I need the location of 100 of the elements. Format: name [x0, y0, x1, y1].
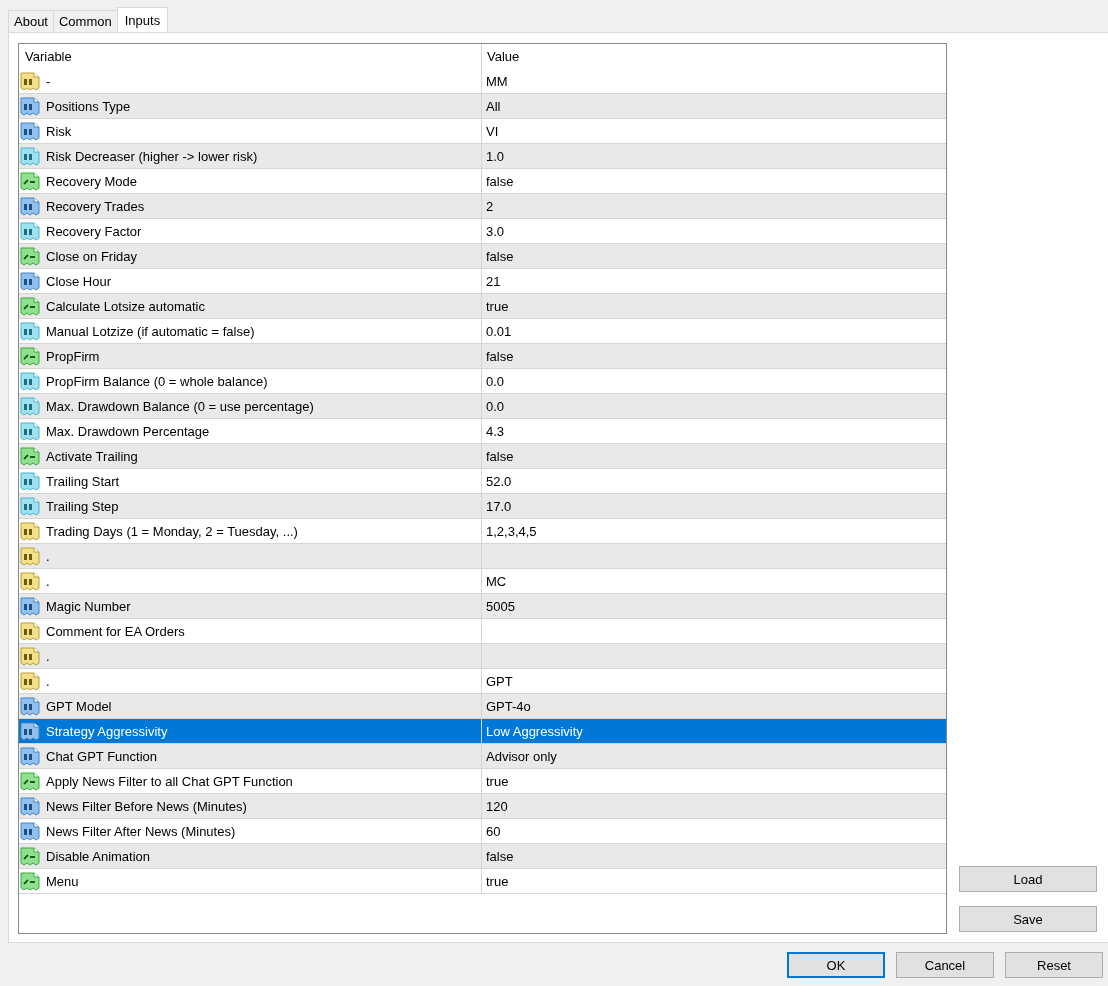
side-button[interactable]: Load	[959, 866, 1097, 892]
variable-value: 1.0	[486, 148, 505, 164]
side-button[interactable]: Save	[959, 906, 1097, 932]
table-row[interactable]: Close on Friday false	[19, 244, 946, 269]
variable-name: Manual Lotzize (if automatic = false)	[46, 323, 255, 339]
variable-name: Activate Trailing	[46, 448, 138, 464]
variable-value: 1,2,3,4,5	[486, 523, 537, 539]
variable-name: Max. Drawdown Percentage	[46, 423, 210, 439]
table-row[interactable]: - MM	[19, 69, 946, 94]
variable-value: 60	[486, 823, 501, 839]
table-row[interactable]: . GPT	[19, 669, 946, 694]
variable-name: .	[46, 648, 50, 664]
table-row[interactable]: Magic Number 5005	[19, 594, 946, 619]
variable-name: Risk Decreaser (higher -> lower risk)	[46, 148, 258, 164]
variable-value: 17.0	[486, 498, 512, 514]
variable-name: Apply News Filter to all Chat GPT Function	[46, 773, 293, 789]
table-row[interactable]: Close Hour 21	[19, 269, 946, 294]
variable-value: false	[486, 248, 514, 264]
table-row[interactable]: Chat GPT Function Advisor only	[19, 744, 946, 769]
variable-value: GPT-4o	[486, 698, 531, 714]
variable-name: Max. Drawdown Balance (0 = use percentage)	[46, 398, 314, 414]
table-row[interactable]: Recovery Factor 3.0	[19, 219, 946, 244]
variable-value: MC	[486, 573, 507, 589]
dialog-button[interactable]: OK	[787, 952, 885, 978]
table-row[interactable]: Activate Trailing false	[19, 444, 946, 469]
table-row[interactable]: Comment for EA Orders	[19, 619, 946, 644]
variable-value: 3.0	[486, 223, 505, 239]
variable-value: 120	[486, 798, 508, 814]
variable-name: PropFirm	[46, 348, 100, 364]
variable-name: PropFirm Balance (0 = whole balance)	[46, 373, 268, 389]
variable-value: false	[486, 348, 514, 364]
variable-value: 21	[486, 273, 501, 289]
variable-value: Advisor only	[486, 748, 557, 764]
table-row[interactable]: Recovery Mode false	[19, 169, 946, 194]
variable-value: true	[486, 873, 509, 889]
variable-name: Recovery Factor	[46, 223, 142, 239]
variable-name: News Filter Before News (Minutes)	[46, 798, 247, 814]
variable-name: .	[46, 548, 50, 564]
variable-name: Risk	[46, 123, 72, 139]
table-row[interactable]: .	[19, 644, 946, 669]
variable-name: Trailing Step	[46, 498, 119, 514]
variable-name: Trading Days (1 = Monday, 2 = Tuesday, ...)	[46, 523, 298, 539]
table-row[interactable]: Manual Lotzize (if automatic = false) 0.01	[19, 319, 946, 344]
variable-value: Low Aggressivity	[486, 723, 583, 739]
table-row[interactable]: News Filter Before News (Minutes) 120	[19, 794, 946, 819]
table-row[interactable]: Disable Animation false	[19, 844, 946, 869]
table-row[interactable]: Max. Drawdown Balance (0 = use percentage) 0.0	[19, 394, 946, 419]
variable-name: Recovery Trades	[46, 198, 145, 214]
variable-value: false	[486, 448, 514, 464]
variable-name: Menu	[46, 873, 79, 889]
table-row[interactable]: Trading Days (1 = Monday, 2 = Tuesday, ...) 1,2,3,4,5	[19, 519, 946, 544]
variable-name: Positions Type	[46, 98, 131, 114]
variable-name: Trailing Start	[46, 473, 120, 489]
variable-name: News Filter After News (Minutes)	[46, 823, 236, 839]
variable-value: VI	[486, 123, 499, 139]
variable-value: false	[486, 848, 514, 864]
table-row[interactable]: Risk Decreaser (higher -> lower risk) 1.0	[19, 144, 946, 169]
variable-value: 0.01	[486, 323, 512, 339]
table-row[interactable]: Recovery Trades 2	[19, 194, 946, 219]
table-row[interactable]: Menu true	[19, 869, 946, 894]
tab[interactable]: About	[8, 10, 54, 32]
variable-value: 5005	[486, 598, 515, 614]
table-row[interactable]: GPT Model GPT-4o	[19, 694, 946, 719]
table-row[interactable]: Calculate Lotsize automatic true	[19, 294, 946, 319]
table-row[interactable]: PropFirm false	[19, 344, 946, 369]
variable-name: .	[46, 573, 50, 589]
table-row[interactable]: .	[19, 544, 946, 569]
variable-value: 2	[486, 198, 494, 214]
table-row[interactable]: Trailing Start 52.0	[19, 469, 946, 494]
table-row[interactable]: Max. Drawdown Percentage 4.3	[19, 419, 946, 444]
table-row[interactable]: Apply News Filter to all Chat GPT Function true	[19, 769, 946, 794]
table-row[interactable]: Risk VI	[19, 119, 946, 144]
variable-name: Disable Animation	[46, 848, 151, 864]
variable-name: Chat GPT Function	[46, 748, 158, 764]
table-row[interactable]: News Filter After News (Minutes) 60	[19, 819, 946, 844]
variable-value: false	[486, 173, 514, 189]
variable-name: Strategy Aggressivity	[46, 723, 168, 739]
table-row[interactable]: Strategy Aggressivity Low Aggressivity	[19, 719, 946, 744]
table-row[interactable]: Positions Type All	[19, 94, 946, 119]
dialog-button[interactable]: Reset	[1005, 952, 1103, 978]
table-row[interactable]: PropFirm Balance (0 = whole balance) 0.0	[19, 369, 946, 394]
variable-value: true	[486, 773, 509, 789]
variable-name: Close on Friday	[46, 248, 138, 264]
table-row[interactable]: Trailing Step 17.0	[19, 494, 946, 519]
dialog-button[interactable]: Cancel	[896, 952, 994, 978]
column-header: Value	[486, 48, 521, 66]
variable-name: Close Hour	[46, 273, 112, 289]
variable-value: GPT	[486, 673, 513, 689]
variable-name: .	[46, 673, 50, 689]
variable-name: Magic Number	[46, 598, 131, 614]
variable-value: true	[486, 298, 509, 314]
table-row[interactable]: . MC	[19, 569, 946, 594]
tab[interactable]: Inputs	[116, 7, 169, 32]
variable-value: 52.0	[486, 473, 512, 489]
variable-name: GPT Model	[46, 698, 112, 714]
variable-value: MM	[486, 73, 508, 89]
variable-name: -	[46, 73, 51, 89]
variable-value: All	[486, 98, 501, 114]
variable-name: Calculate Lotsize automatic	[46, 298, 205, 314]
variable-value: 0.0	[486, 398, 505, 414]
